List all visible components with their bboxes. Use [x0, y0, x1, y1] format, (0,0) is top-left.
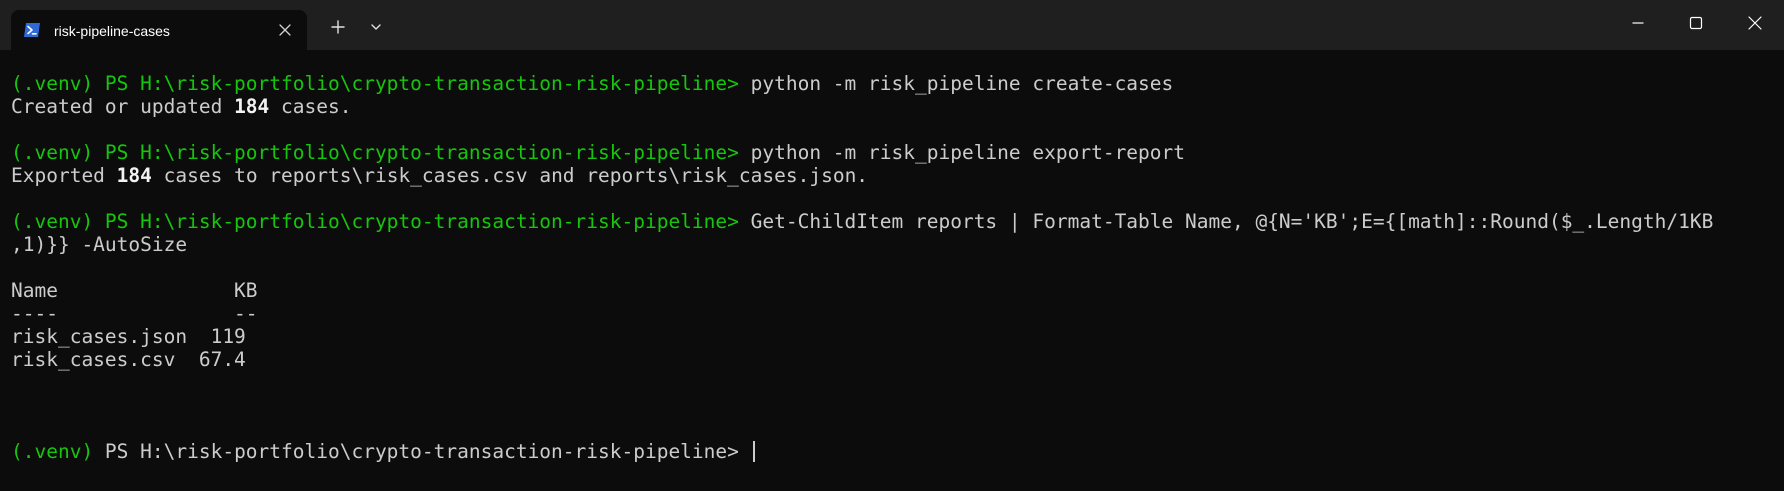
output-text: cases to reports\risk_cases.csv and repo… — [151, 164, 869, 187]
output-line: Created or updated 184 cases. — [11, 95, 1771, 118]
new-tab-button[interactable] — [321, 12, 355, 46]
terminal-window: risk-pipeline-cases (.venv) PS H:\risk-p… — [0, 0, 1784, 491]
maximize-button[interactable] — [1667, 0, 1725, 50]
command-line: (.venv) PS H:\risk-portfolio\crypto-tran… — [11, 141, 1771, 164]
output-line: ,1)}} -AutoSize — [11, 233, 1771, 256]
output-count: 184 — [234, 95, 270, 118]
output-line: ---- -- — [11, 302, 1771, 325]
powershell-icon — [23, 21, 41, 39]
chevron-down-icon — [369, 20, 383, 39]
output-text: ,1)}} -AutoSize — [11, 233, 188, 256]
tab-dropdown-button[interactable] — [359, 12, 393, 46]
command-text: python -m risk_pipeline export-report — [738, 141, 1186, 164]
prompt-text: (.venv) PS H:\risk-portfolio\crypto-tran… — [11, 72, 739, 95]
prompt-venv: (.venv) — [11, 440, 94, 463]
active-command-line: (.venv) PS H:\risk-portfolio\crypto-tran… — [11, 440, 1771, 463]
command-line: (.venv) PS H:\risk-portfolio\crypto-tran… — [11, 72, 1771, 95]
output-line: Exported 184 cases to reports\risk_cases… — [11, 164, 1771, 187]
output-line: risk_cases.csv 67.4 — [11, 348, 1771, 371]
minimize-icon — [1631, 16, 1645, 35]
command-line: (.venv) PS H:\risk-portfolio\crypto-tran… — [11, 210, 1771, 233]
prompt-text: PS H:\risk-portfolio\crypto-transaction-… — [93, 440, 739, 463]
tab-title: risk-pipeline-cases — [54, 23, 170, 39]
output-text: cases. — [269, 95, 352, 118]
prompt-text: (.venv) PS H:\risk-portfolio\crypto-tran… — [11, 141, 739, 164]
terminal-output[interactable]: (.venv) PS H:\risk-portfolio\crypto-tran… — [11, 72, 1771, 463]
command-text: python -m risk_pipeline create-cases — [738, 72, 1174, 95]
tab-close-icon[interactable] — [277, 22, 293, 38]
tab-risk-pipeline-cases[interactable]: risk-pipeline-cases — [11, 10, 307, 50]
output-text: Created or updated — [11, 95, 235, 118]
maximize-icon — [1689, 16, 1703, 35]
prompt-text: (.venv) PS H:\risk-portfolio\crypto-tran… — [11, 210, 739, 233]
close-window-button[interactable] — [1726, 0, 1784, 50]
output-text: risk_cases.json 119 — [11, 325, 246, 348]
command-text: Get-ChildItem reports | Format-Table Nam… — [738, 210, 1714, 233]
close-icon — [1747, 15, 1763, 36]
title-bar[interactable]: risk-pipeline-cases — [0, 0, 1784, 50]
output-text: ---- -- — [11, 302, 258, 325]
output-text: Name KB — [11, 279, 258, 302]
output-text: Exported — [11, 164, 117, 187]
output-line: Name KB — [11, 279, 1771, 302]
plus-icon — [330, 19, 346, 40]
output-line: risk_cases.json 119 — [11, 325, 1771, 348]
minimize-button[interactable] — [1609, 0, 1667, 50]
output-text: risk_cases.csv 67.4 — [11, 348, 246, 371]
text-cursor — [752, 441, 755, 462]
output-count: 184 — [116, 164, 152, 187]
